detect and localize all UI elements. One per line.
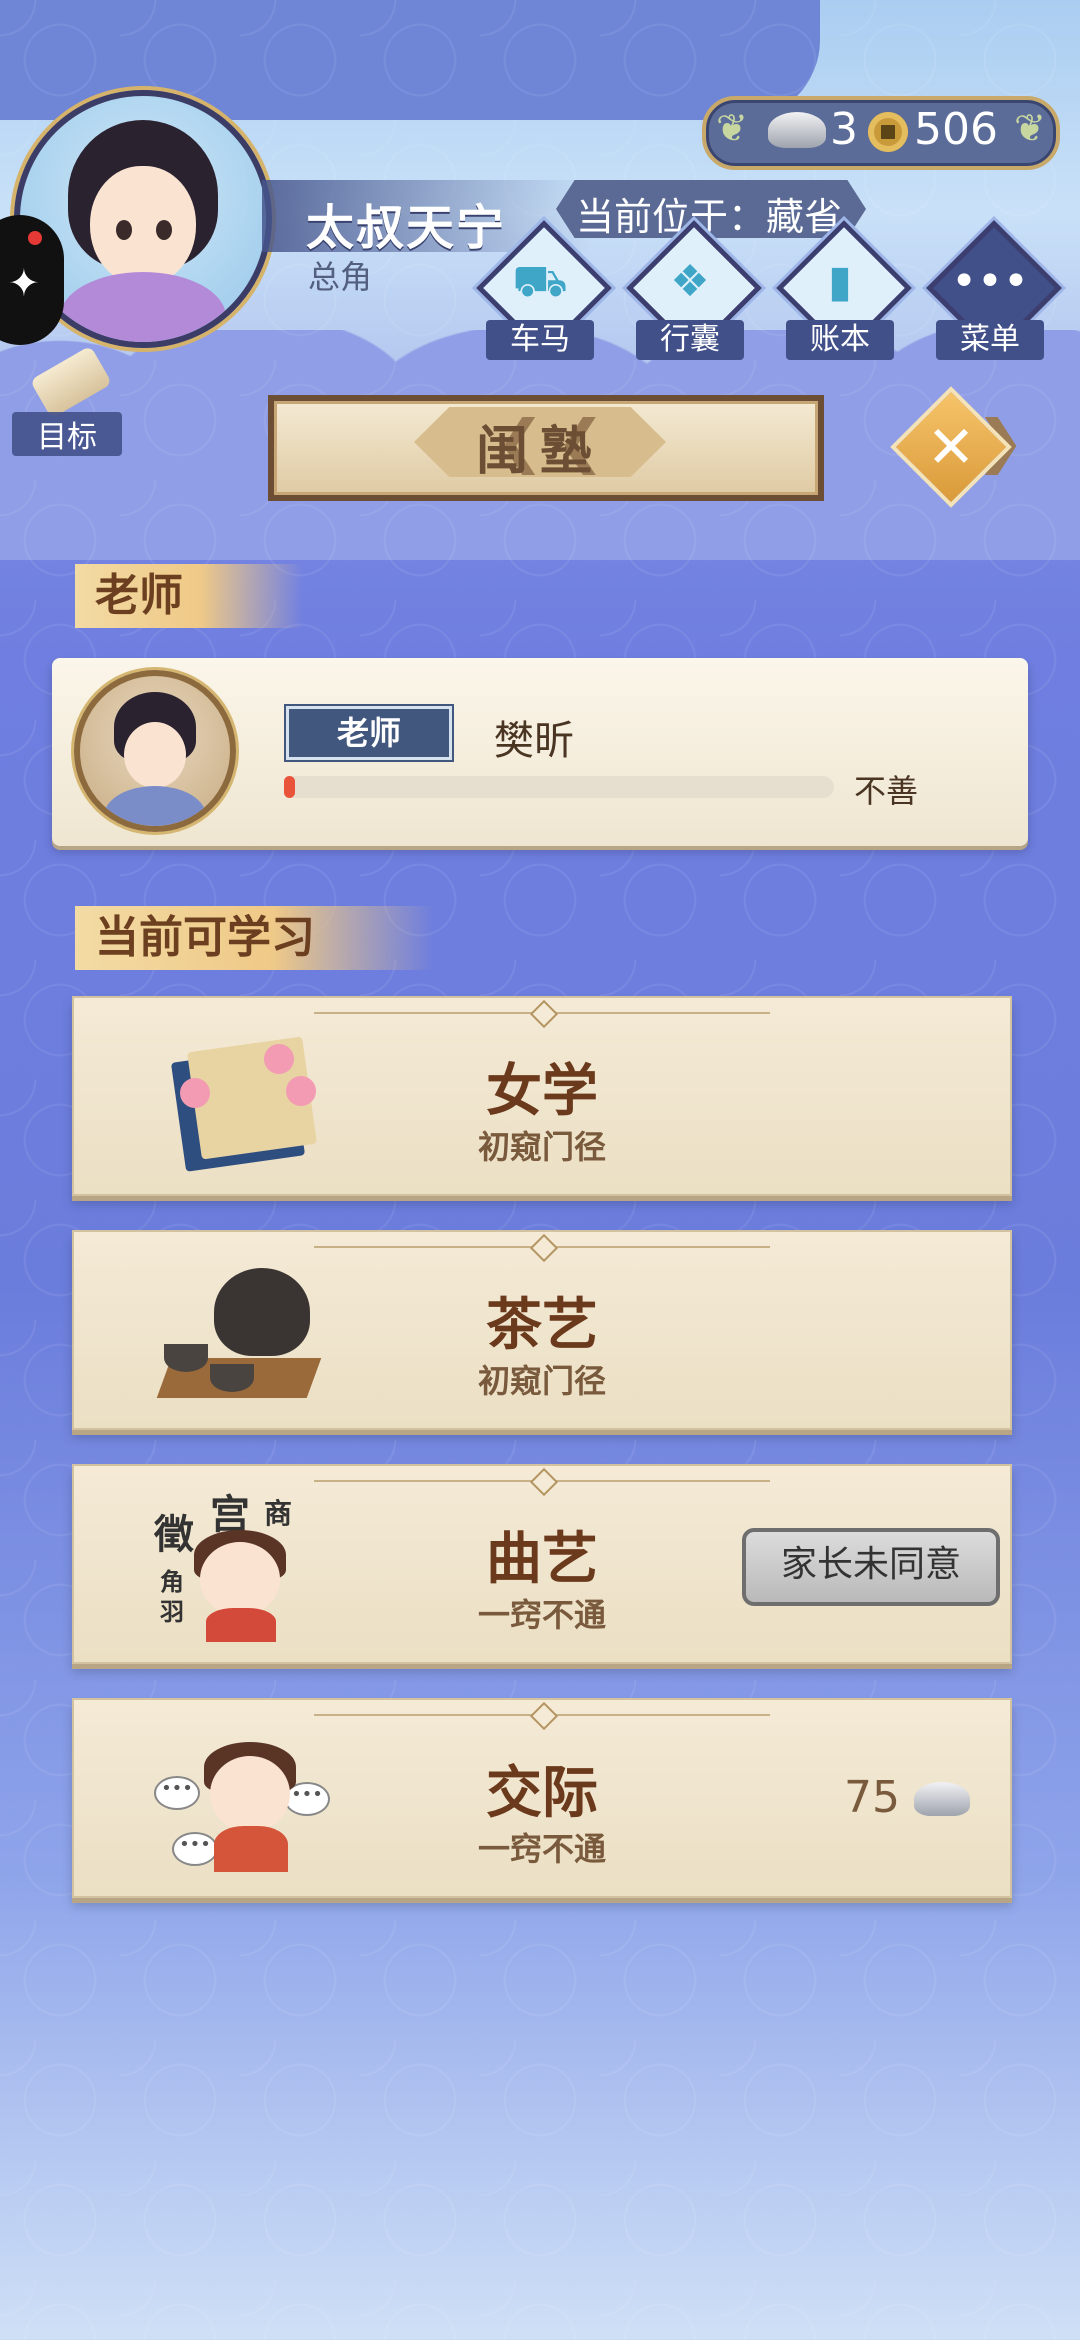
goal-label: 目标 — [12, 412, 122, 456]
course-level: 初窥门径 — [477, 1362, 606, 1400]
teacher-tag: 老师 — [286, 706, 452, 760]
course-level: 一窍不通 — [477, 1830, 606, 1868]
relation-progress-fill — [284, 776, 295, 798]
currency-bar: ❦ 3 506 ❦ — [702, 96, 1060, 170]
relation-progress-bar — [284, 776, 834, 798]
course-cost: 75 — [844, 1772, 900, 1823]
player-role: 总角 — [308, 258, 373, 296]
course-card-nvxue[interactable]: 女学 初窥门径 — [72, 996, 1012, 1196]
nav-ledger-button[interactable]: ▮ 账本 — [776, 220, 912, 360]
nav-menu-label: 菜单 — [936, 320, 1044, 360]
notification-dot — [28, 231, 42, 245]
location-text: 当前位于：藏省 — [576, 195, 843, 239]
page-title-banner: ❮❮ ❯❯ 闺塾 — [268, 395, 1025, 501]
nav-menu-button[interactable]: ••• 菜单 — [926, 220, 1062, 360]
nav-carriage-label: 车马 — [486, 320, 594, 360]
teacher-section-label: 老师 — [75, 564, 303, 628]
silver-ingot-icon — [914, 1782, 970, 1816]
puzzle-icon: ✦ — [8, 261, 40, 305]
course-level: 初窥门径 — [477, 1128, 606, 1166]
copper-coin-icon — [868, 112, 908, 152]
silver-ingot-icon — [768, 112, 826, 148]
course-card-jiaoji[interactable]: ••• ••• ••• 交际 一窍不通 75 — [72, 1698, 1012, 1898]
course-title: 女学 — [486, 1059, 598, 1124]
puzzle-side-button[interactable]: ✦ — [0, 215, 64, 345]
player-name: 太叔天宁 — [306, 200, 507, 256]
ledger-icon: ▮ — [827, 256, 853, 307]
close-icon: ✕ — [926, 413, 976, 481]
bamboo-left-icon: ❦ — [716, 106, 748, 150]
parent-not-agreed-badge: 家长未同意 — [742, 1528, 1000, 1606]
nav-carriage-button[interactable]: ⛟ 车马 — [476, 220, 612, 360]
nav-ledger-label: 账本 — [786, 320, 894, 360]
teacher-avatar — [74, 670, 236, 832]
teacher-name: 樊昕 — [494, 718, 574, 764]
bundle-icon: ❖ — [670, 256, 710, 307]
silver-count: 3 — [830, 104, 858, 155]
course-card-chayi[interactable]: 茶艺 初窥门径 — [72, 1230, 1012, 1430]
course-title: 茶艺 — [486, 1293, 598, 1358]
carriage-icon: ⛟ — [512, 256, 568, 307]
relation-text: 不善 — [854, 772, 919, 810]
goal-button[interactable]: 目标 — [12, 345, 122, 460]
bamboo-right-icon: ❦ — [1014, 106, 1046, 150]
nav-bundle-button[interactable]: ❖ 行囊 — [626, 220, 762, 360]
courses-section-label: 当前可学习 — [75, 906, 435, 970]
nav-bundle-label: 行囊 — [636, 320, 744, 360]
page-title: 闺塾 — [475, 422, 604, 482]
course-card-quyi[interactable]: 徵 宫 商 角 羽 曲艺 一窍不通 家长未同意 — [72, 1464, 1012, 1664]
location-badge: 当前位于：藏省 — [556, 180, 866, 238]
menu-dots-icon: ••• — [951, 256, 1029, 307]
copper-count: 506 — [914, 104, 998, 155]
teacher-card[interactable]: 老师 樊昕 不善 — [52, 658, 1028, 846]
